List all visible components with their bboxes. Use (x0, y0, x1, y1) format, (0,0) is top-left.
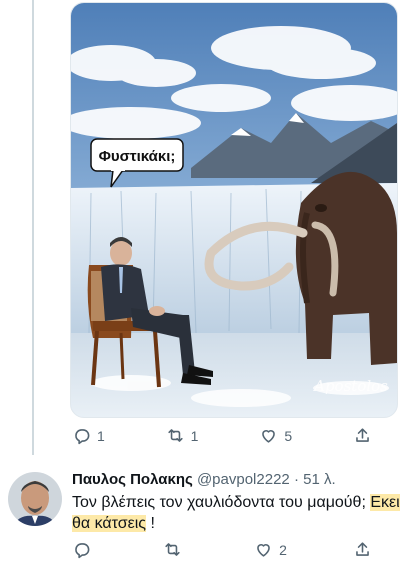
like-action[interactable]: 2 (254, 540, 287, 559)
reply-icon (75, 429, 90, 445)
reply-action[interactable]: 1 (72, 426, 105, 445)
watermark: Apostolos (312, 377, 388, 395)
share-action[interactable] (353, 540, 372, 559)
like-action[interactable]: 5 (259, 426, 292, 445)
timestamp[interactable]: 51 λ. (303, 471, 336, 488)
display-name[interactable]: Παυλος Πολακης (72, 471, 193, 488)
thread-line (32, 0, 34, 455)
reply-action[interactable] (72, 540, 97, 559)
avatar[interactable] (8, 472, 62, 526)
retweet-action[interactable]: 1 (166, 426, 199, 445)
reply-tweet: Παυλος Πολακης @pavpol2222 · 51 λ. Τον β… (72, 470, 404, 534)
heart-icon (262, 430, 276, 443)
retweet-action[interactable] (163, 540, 188, 559)
reply-text-plain: Τον βλέπεις τον χαυλιόδοντα του μαμούθ; (72, 494, 371, 511)
share-action[interactable] (353, 426, 372, 445)
share-icon (356, 428, 369, 442)
reply-count: 1 (97, 427, 105, 444)
like-count: 2 (279, 541, 287, 558)
reply-header: Παυλος Πολακης @pavpol2222 · 51 λ. (72, 470, 404, 490)
tweet-image[interactable]: Φυστικάκι; Apostolos (70, 2, 398, 418)
user-handle[interactable]: @pavpol2222 (197, 471, 290, 488)
like-count: 5 (284, 427, 293, 444)
heart-icon (257, 544, 270, 557)
reply-icon (75, 543, 90, 559)
retweet-count: 1 (190, 427, 199, 444)
separator-dot: · (293, 471, 299, 488)
retweet-icon (168, 429, 183, 442)
retweet-icon (165, 543, 180, 556)
speech-bubble-text: Φυστικάκι; (99, 148, 176, 165)
tweet-action-bar: 1 1 5 (72, 426, 372, 445)
reply-text: Τον βλέπεις τον χαυλιόδοντα του μαμούθ; … (72, 492, 404, 534)
share-icon (356, 542, 369, 556)
reply-action-bar: 2 (72, 540, 372, 559)
reply-text-end: ! (146, 515, 155, 532)
